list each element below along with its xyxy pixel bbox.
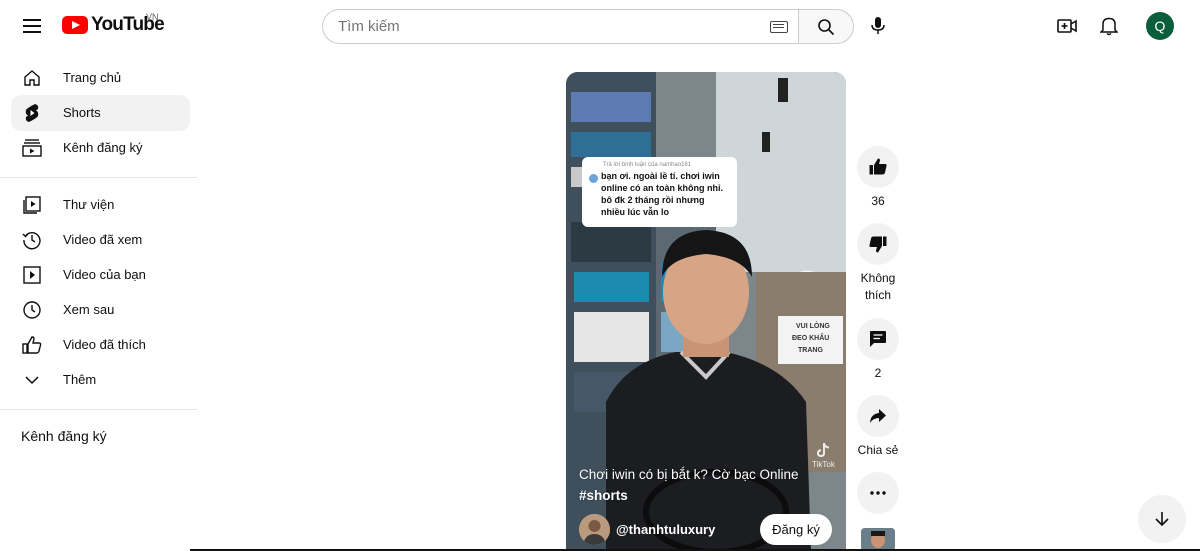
bell-icon: [1100, 17, 1118, 36]
more-action: [856, 472, 900, 514]
hashtag-link[interactable]: #shorts: [579, 488, 628, 503]
like-button[interactable]: [857, 146, 899, 188]
notifications-button[interactable]: [1093, 10, 1125, 42]
search-icon: [818, 18, 835, 35]
sidebar-item-liked-videos[interactable]: Video đã thích: [11, 327, 190, 363]
next-short-button[interactable]: [1138, 495, 1186, 543]
chevron-down-icon: [21, 370, 43, 390]
sidebar-item-label: Shorts: [63, 105, 101, 120]
channel-avatar-image: [579, 514, 610, 545]
commenter-avatar: [589, 174, 598, 183]
sidebar-item-label: Trang chủ: [63, 70, 122, 85]
search-button[interactable]: [798, 9, 854, 44]
shorts-icon: [21, 103, 43, 123]
sidebar-item-more[interactable]: Thêm: [11, 362, 190, 398]
sidebar-item-label: Kênh đăng ký: [63, 140, 143, 155]
sidebar-item-history[interactable]: Video đã xem: [11, 222, 190, 258]
subscriptions-section-title: Kênh đăng ký: [21, 428, 107, 444]
sidebar-divider: [0, 409, 197, 410]
sidebar-item-library[interactable]: Thư viện: [11, 187, 190, 223]
comments-action: 2: [856, 318, 900, 382]
dislike-label: Không thích: [860, 271, 896, 302]
sidebar-item-label: Video đã xem: [63, 232, 143, 247]
search-box: [322, 9, 798, 44]
sidebar-item-label: Thư viện: [63, 197, 115, 212]
create-video-icon: [1057, 19, 1077, 33]
short-title[interactable]: Chơi iwin có bị bắt k? Cờ bạc Online #sh…: [579, 464, 829, 506]
sound-thumbnail[interactable]: [861, 528, 895, 551]
like-action: 36: [856, 146, 900, 210]
sound-thumbnail-image: [861, 528, 895, 551]
channel-avatar[interactable]: [579, 514, 610, 545]
comment-text: bạn ơi. ngoài lề tí. chơi iwin online có…: [601, 171, 723, 217]
youtube-play-icon: [62, 16, 88, 34]
like-count: 36: [871, 194, 885, 208]
comment-count: 2: [874, 366, 882, 380]
svg-text:ĐEO KHẨU: ĐEO KHẨU: [792, 333, 829, 342]
sidebar-item-label: Thêm: [63, 372, 97, 387]
channel-name[interactable]: @thanhtuluxury: [616, 522, 715, 537]
sidebar-item-label: Video đã thích: [63, 337, 146, 352]
top-bar: YouTube VN Tìm kiếm Q: [0, 0, 1200, 52]
sidebar-item-subscriptions[interactable]: Kênh đăng ký: [11, 130, 190, 166]
sidebar-item-label: Xem sau: [63, 302, 115, 317]
sidebar-divider: [0, 177, 197, 178]
subscribe-button[interactable]: Đăng ký: [760, 514, 832, 545]
dislike-button[interactable]: [857, 223, 899, 265]
watch-later-icon: [21, 300, 43, 320]
short-video-player[interactable]: VUI LÒNG ĐEO KHẨU TRANG Trả lời bình luậ…: [566, 72, 846, 551]
comment-header: Trả lời bình luận của namhao181: [603, 162, 692, 168]
region-code: VN: [146, 12, 159, 22]
sidebar-item-home[interactable]: Trang chủ: [11, 60, 190, 96]
account-avatar[interactable]: Q: [1146, 12, 1174, 40]
share-icon: [870, 409, 886, 423]
create-button[interactable]: [1051, 10, 1083, 42]
arrow-down-icon: [1155, 512, 1169, 527]
sidebar-item-your-videos[interactable]: Video của bạn: [11, 257, 190, 293]
svg-text:TRANG: TRANG: [798, 347, 823, 354]
short-title-text: Chơi iwin có bị bắt k? Cờ bạc Online: [579, 467, 799, 482]
search-bar: [322, 9, 854, 44]
microphone-icon: [871, 17, 885, 34]
sidebar-item-shorts[interactable]: Shorts: [11, 95, 190, 131]
channel-row: @thanhtuluxury Đăng ký: [579, 514, 837, 546]
comment-reply-card: Trả lời bình luận của namhao181 bạn ơi. …: [582, 157, 737, 227]
your-videos-icon: [21, 265, 43, 285]
share-action: Chia sẻ: [856, 395, 900, 459]
dislike-action: Không thích: [856, 223, 900, 304]
share-label: Chia sẻ: [857, 443, 899, 457]
search-input[interactable]: [338, 18, 764, 35]
liked-videos-icon: [21, 335, 43, 355]
sidebar-item-label: Video của bạn: [63, 267, 146, 282]
hamburger-menu-button[interactable]: [16, 10, 48, 42]
thumbs-up-icon: [869, 158, 887, 175]
more-options-button[interactable]: [857, 472, 899, 514]
history-icon: [21, 230, 43, 250]
more-horizontal-icon: [870, 491, 886, 495]
voice-search-button[interactable]: [862, 10, 894, 42]
comments-button[interactable]: [857, 318, 899, 360]
thumbs-down-icon: [869, 236, 887, 253]
comment-icon: [870, 331, 886, 347]
library-icon: [21, 195, 43, 215]
share-button[interactable]: [857, 395, 899, 437]
sidebar-item-watch-later[interactable]: Xem sau: [11, 292, 190, 328]
tiktok-icon: [817, 443, 830, 457]
sign-text: VUI LÒNG: [796, 321, 830, 330]
keyboard-icon[interactable]: [770, 20, 788, 33]
home-icon: [21, 68, 43, 88]
menu-icon: [23, 19, 41, 33]
subscriptions-icon: [21, 138, 43, 158]
